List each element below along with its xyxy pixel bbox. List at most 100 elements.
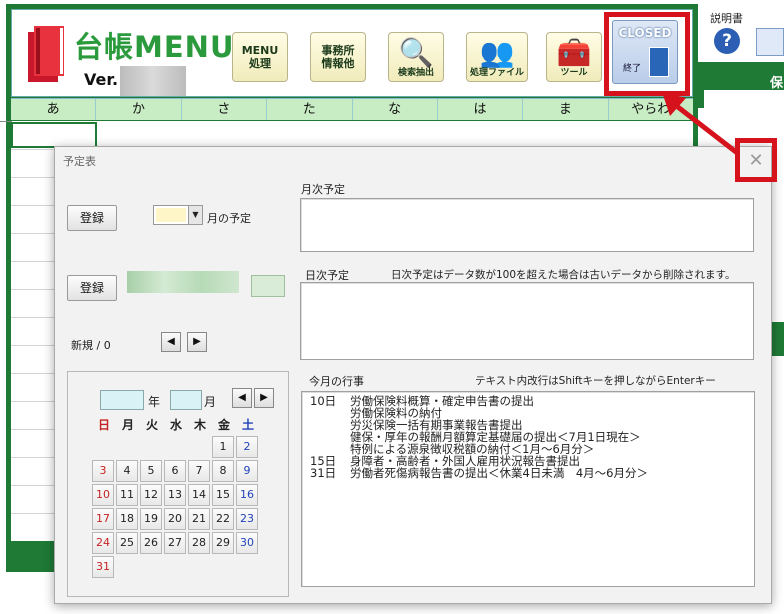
magnifier-icon: 🔍 (398, 36, 434, 69)
monthly-events-textarea[interactable]: 10日 労働保険料概算・確定申告書の提出 労働保険料の納付 労災保険一括有期事業報… (301, 391, 755, 587)
weekday-sat: 土 (241, 418, 254, 432)
calendar-day[interactable]: 4 (116, 460, 138, 482)
kana-tab-ta[interactable]: た (267, 99, 353, 120)
right-panel-header-text: 保 (770, 76, 784, 91)
calendar-day[interactable]: 11 (116, 484, 138, 506)
calendar-day[interactable]: 12 (140, 484, 162, 506)
calendar-day[interactable]: 22 (212, 508, 234, 530)
office-info-button[interactable]: 事務所 情報他 (310, 32, 366, 82)
new-record-counter: 新規 / 0 (71, 339, 111, 352)
calendar-day[interactable]: 16 (236, 484, 258, 506)
calendar-day[interactable]: 10 (92, 484, 114, 506)
kana-tab-ha[interactable]: は (438, 99, 524, 120)
calendar-day[interactable]: 24 (92, 532, 114, 554)
calendar-month-unit: 月 (204, 395, 217, 409)
closed-highlight-frame (604, 12, 690, 96)
calendar-day[interactable]: 5 (140, 460, 162, 482)
calendar-day[interactable]: 14 (188, 484, 210, 506)
tools-label: ツール (560, 68, 588, 78)
weekday-sun: 日 (97, 418, 110, 432)
schedule-dialog: 予定表 ✕ 登録 ▼ 月の予定 月次予定 登録 日次予定 日次予定はデータ数が1… (54, 146, 772, 604)
calendar-day[interactable]: 18 (116, 508, 138, 530)
calendar-prev-button[interactable]: ◀ (232, 388, 252, 408)
help-icon[interactable]: ? (714, 28, 740, 54)
daily-plan-label: 日次予定 (305, 269, 349, 282)
calendar-day[interactable]: 21 (188, 508, 210, 530)
search-extract-button[interactable]: 🔍 検索抽出 (388, 32, 444, 82)
weekday-wed: 水 (169, 418, 182, 432)
monthly-plan-textarea[interactable] (300, 198, 754, 252)
process-file-label: 処理ファイル (469, 68, 524, 78)
month-select[interactable]: ▼ (153, 205, 203, 225)
calendar-year-input[interactable] (100, 390, 144, 410)
daily-plan-note: 日次予定はデータ数が100を超えた場合は古いデータから削除されます。 (391, 269, 736, 281)
daily-plan-textarea[interactable] (300, 282, 754, 360)
selected-cell[interactable] (11, 122, 97, 148)
mini-calendar: 年 月 ◀ ▶ 日 月 火 水 木 金 土 1 2 3 4 5 6 7 8 9 … (67, 371, 289, 597)
app-title: 台帳MENU (74, 30, 235, 64)
month-select-value (156, 208, 186, 222)
calendar-month-input[interactable] (170, 390, 202, 410)
event-day (310, 431, 350, 443)
office-info-label: 事務所 情報他 (321, 44, 355, 70)
kana-tab-ka[interactable]: か (96, 99, 182, 120)
calendar-day[interactable]: 13 (164, 484, 186, 506)
event-day (310, 407, 350, 419)
weekday-fri: 金 (217, 418, 230, 432)
monthly-events-label: 今月の行事 (309, 375, 364, 388)
event-day: 10日 (310, 394, 337, 408)
daily-date-picker-redacted[interactable] (251, 275, 285, 297)
worker-tools-icon: 🧰 (556, 36, 592, 69)
month-plan-suffix: 月の予定 (207, 212, 251, 225)
tools-button[interactable]: 🧰 ツール (546, 32, 602, 82)
calendar-year-unit: 年 (148, 395, 161, 409)
calendar-day[interactable]: 3 (92, 460, 114, 482)
guide-line (0, 121, 12, 122)
calendar-day[interactable]: 25 (116, 532, 138, 554)
calendar-day[interactable]: 1 (212, 436, 234, 458)
calendar-day[interactable]: 31 (92, 556, 114, 578)
event-day (310, 419, 350, 431)
calendar-day[interactable]: 15 (212, 484, 234, 506)
dialog-title: 予定表 (63, 155, 96, 168)
calendar-day[interactable]: 23 (236, 508, 258, 530)
search-extract-label: 検索抽出 (397, 68, 434, 78)
calendar-day[interactable]: 8 (212, 460, 234, 482)
calendar-icon[interactable] (756, 28, 784, 56)
monthly-register-button[interactable]: 登録 (67, 205, 117, 231)
calendar-day[interactable]: 6 (164, 460, 186, 482)
kana-tab-ma[interactable]: ま (523, 99, 609, 120)
event-text: 労働者死傷病報告書の提出＜休業4日未満 4月～6月分＞ (350, 466, 648, 480)
calendar-day[interactable]: 19 (140, 508, 162, 530)
kana-tab-a[interactable]: あ (11, 99, 97, 120)
weekday-mon: 月 (121, 418, 134, 432)
kana-index-tabs: あ か さ た な は ま やらわ (11, 98, 693, 120)
newline-hint: テキスト内改行はShiftキーを押しながらEnterキー (475, 375, 716, 387)
chevron-down-icon[interactable]: ▼ (188, 206, 202, 224)
process-file-button[interactable]: 👥 処理ファイル (466, 32, 528, 82)
menu-process-button[interactable]: MENU 処理 (232, 32, 288, 82)
calendar-day[interactable]: 28 (188, 532, 210, 554)
monthly-plan-label: 月次予定 (301, 183, 345, 196)
daily-prev-button[interactable]: ◀ (161, 332, 181, 352)
daily-date-field-redacted[interactable] (127, 271, 239, 293)
calendar-day[interactable]: 30 (236, 532, 258, 554)
calendar-day[interactable]: 27 (164, 532, 186, 554)
people-files-icon: 👥 (479, 36, 515, 69)
calendar-day[interactable]: 29 (212, 532, 234, 554)
calendar-day[interactable]: 7 (188, 460, 210, 482)
ledger-book-icon (28, 26, 64, 82)
calendar-day[interactable]: 17 (92, 508, 114, 530)
kana-tab-na[interactable]: な (353, 99, 438, 120)
calendar-day[interactable]: 2 (236, 436, 258, 458)
weekday-thu: 木 (193, 418, 206, 432)
calendar-next-button[interactable]: ▶ (254, 388, 274, 408)
calendar-day[interactable]: 26 (140, 532, 162, 554)
version-label: Ver. (84, 70, 119, 89)
daily-next-button[interactable]: ▶ (187, 332, 207, 352)
kana-tab-sa[interactable]: さ (182, 99, 268, 120)
calendar-day[interactable]: 9 (236, 460, 258, 482)
daily-register-button[interactable]: 登録 (67, 275, 117, 301)
weekday-tue: 火 (145, 418, 158, 432)
calendar-day[interactable]: 20 (164, 508, 186, 530)
